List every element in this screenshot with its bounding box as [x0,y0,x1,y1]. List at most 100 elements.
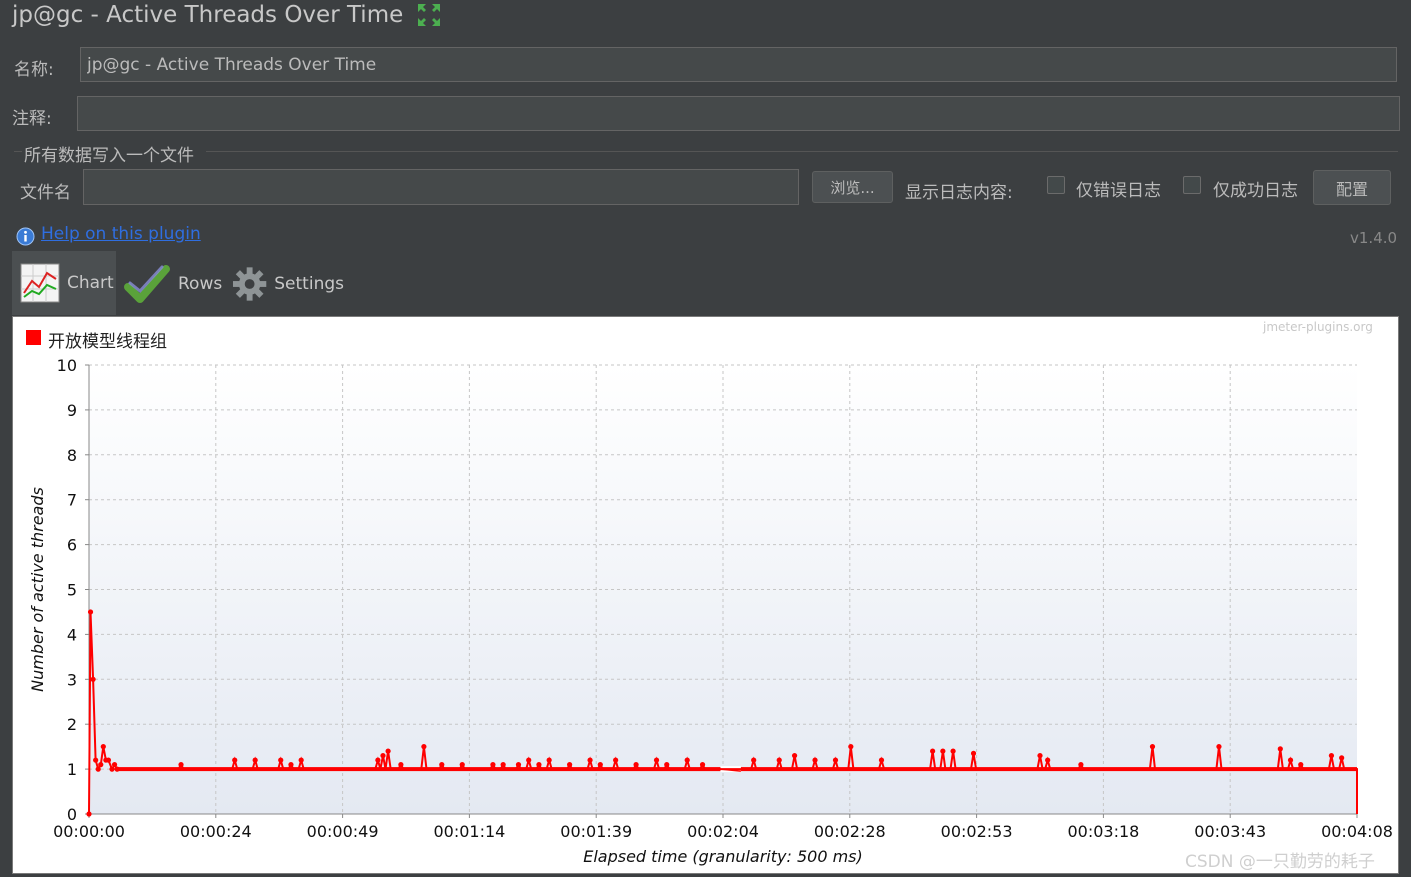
section-line-left [14,151,22,152]
x-axis-label: Elapsed time (granularity: 500 ms) [583,847,863,866]
data-point [1328,753,1335,759]
data-point [95,766,101,772]
x-tick-label: 00:00:00 [53,822,125,841]
data-point [111,762,118,768]
comment-label: 注释: [12,109,52,129]
y-tick-label: 4 [67,625,77,644]
configure-button[interactable]: 配置 [1313,170,1391,205]
x-tick-label: 00:00:24 [180,822,252,841]
data-point [515,762,522,768]
data-point [100,744,106,750]
gear-icon [232,267,267,301]
x-tick-label: 00:03:43 [1194,822,1266,841]
data-point [1037,753,1043,759]
checkmark-icon [124,265,170,303]
data-point [970,750,977,756]
data-point [567,762,573,768]
data-point [385,748,391,754]
data-point [684,757,690,763]
filename-field[interactable] [83,169,799,205]
help-link[interactable]: Help on this plugin [41,224,201,244]
x-tick-label: 00:02:04 [687,822,759,841]
data-point [109,766,115,772]
chart-svg: 01234567891000:00:00 00:00:24 00:00:49 00:0… [28,356,1393,866]
data-point [459,762,465,768]
data-point [878,757,885,763]
name-label: 名称: [14,60,54,80]
data-point [490,762,496,768]
data-point [375,757,381,763]
data-point [98,762,104,768]
x-tick-label: 00:00:49 [307,822,379,841]
data-point [791,753,798,759]
errors-only-checkbox[interactable] [1047,176,1065,194]
y-tick-label: 2 [67,715,77,734]
data-point [288,762,294,768]
data-point [298,757,304,763]
data-point [751,757,757,763]
data-point [587,757,593,763]
data-point [1287,757,1294,763]
data-point [252,757,258,763]
data-point [421,744,427,750]
data-point [1149,744,1156,750]
y-tick-label: 6 [67,536,77,555]
y-tick-label: 5 [67,581,77,600]
x-tick-label: 00:03:18 [1067,822,1139,841]
data-point [232,757,238,763]
section-title: 所有数据写入一个文件 [24,146,194,166]
tab-settings[interactable]: Settings [232,258,344,310]
version-label: v1.4.0 [1350,229,1398,247]
chart-panel: 0 1 2 3 4 5 6 7 8 9 10 00:00:00 00:00:24 00:00:49 00:0… [12,316,1399,874]
log-display-label: 显示日志内容: [905,183,1013,203]
csdn-credit: CSDN @一只勤劳的耗子 [1185,852,1375,872]
tab-chart[interactable]: Chart [12,251,116,315]
data-point [278,757,284,763]
data-point [1298,762,1304,768]
y-tick-label: 3 [67,670,77,689]
filename-label: 文件名 [20,183,71,203]
tab-chart-label: Chart [67,273,114,293]
y-tick-label: 1 [67,760,77,779]
data-point [699,762,706,768]
data-point [398,762,404,768]
data-point [90,676,96,682]
success-only-checkbox[interactable] [1183,176,1201,194]
data-point [86,811,92,817]
expand-icon[interactable] [416,2,442,28]
browse-button[interactable]: 浏览... [812,171,893,203]
x-tick-label: 00:04:08 [1321,822,1393,841]
success-only-label: 仅成功日志 [1213,181,1298,201]
data-point [546,757,552,763]
data-point [848,744,854,750]
y-axis-label: Number of active threads [28,487,47,692]
name-field[interactable] [80,47,1397,82]
watermark: jmeter-plugins.org [1263,320,1373,334]
comment-field[interactable] [77,96,1400,131]
section-line-right [206,151,1398,152]
data-point [613,757,619,763]
y-tick-label: 8 [67,446,77,465]
data-point [178,762,184,768]
data-point [597,762,603,768]
x-tick-label: 00:02:28 [814,822,886,841]
tab-rows[interactable]: Rows [124,255,224,313]
data-point [380,753,386,759]
data-point [664,762,670,768]
x-tick-label: 00:01:39 [560,822,632,841]
data-point [93,757,99,763]
data-point [500,762,506,768]
data-point [114,766,120,772]
data-point [1078,762,1084,768]
data-point [940,748,946,754]
y-tick-label: 9 [67,401,77,420]
data-point [1339,755,1345,761]
data-point [930,748,936,754]
data-point [1045,757,1051,763]
window-title: jp@gc - Active Threads Over Time [12,2,404,28]
data-point [526,757,532,763]
errors-only-label: 仅错误日志 [1076,181,1161,201]
data-point [812,757,818,763]
legend-swatch [26,330,41,345]
data-point [536,762,542,768]
